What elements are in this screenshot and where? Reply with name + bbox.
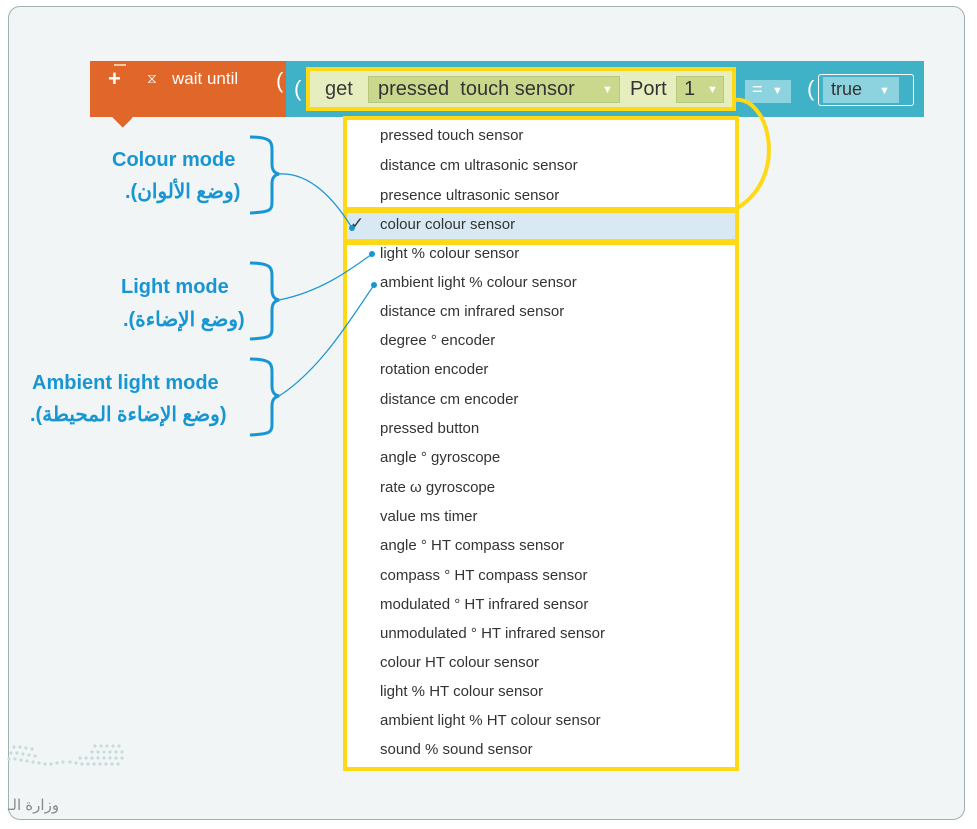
ambient-brace	[249, 357, 280, 437]
light-mode-label: Light mode	[121, 276, 229, 298]
ambient-mode-arabic: (وضع الإضاءة المحيطة).	[30, 404, 227, 426]
colour-connector-dot	[349, 225, 355, 231]
colour-connector	[278, 173, 353, 229]
ministry-text: وزارة الـ	[8, 797, 60, 814]
ambient-mode-label: Ambient light mode	[32, 372, 219, 394]
highlight-curve	[733, 97, 771, 212]
colour-brace	[249, 135, 280, 215]
colour-mode-label: Colour mode	[112, 149, 236, 171]
colour-mode-arabic: (وضع الألوان).	[125, 181, 241, 203]
light-connector-dot	[369, 251, 375, 257]
light-connector	[278, 253, 373, 301]
ambient-connector	[278, 284, 375, 397]
light-mode-arabic: (وضع الإضاءة).	[123, 309, 245, 331]
light-brace	[249, 261, 280, 341]
ambient-connector-dot	[371, 282, 377, 288]
